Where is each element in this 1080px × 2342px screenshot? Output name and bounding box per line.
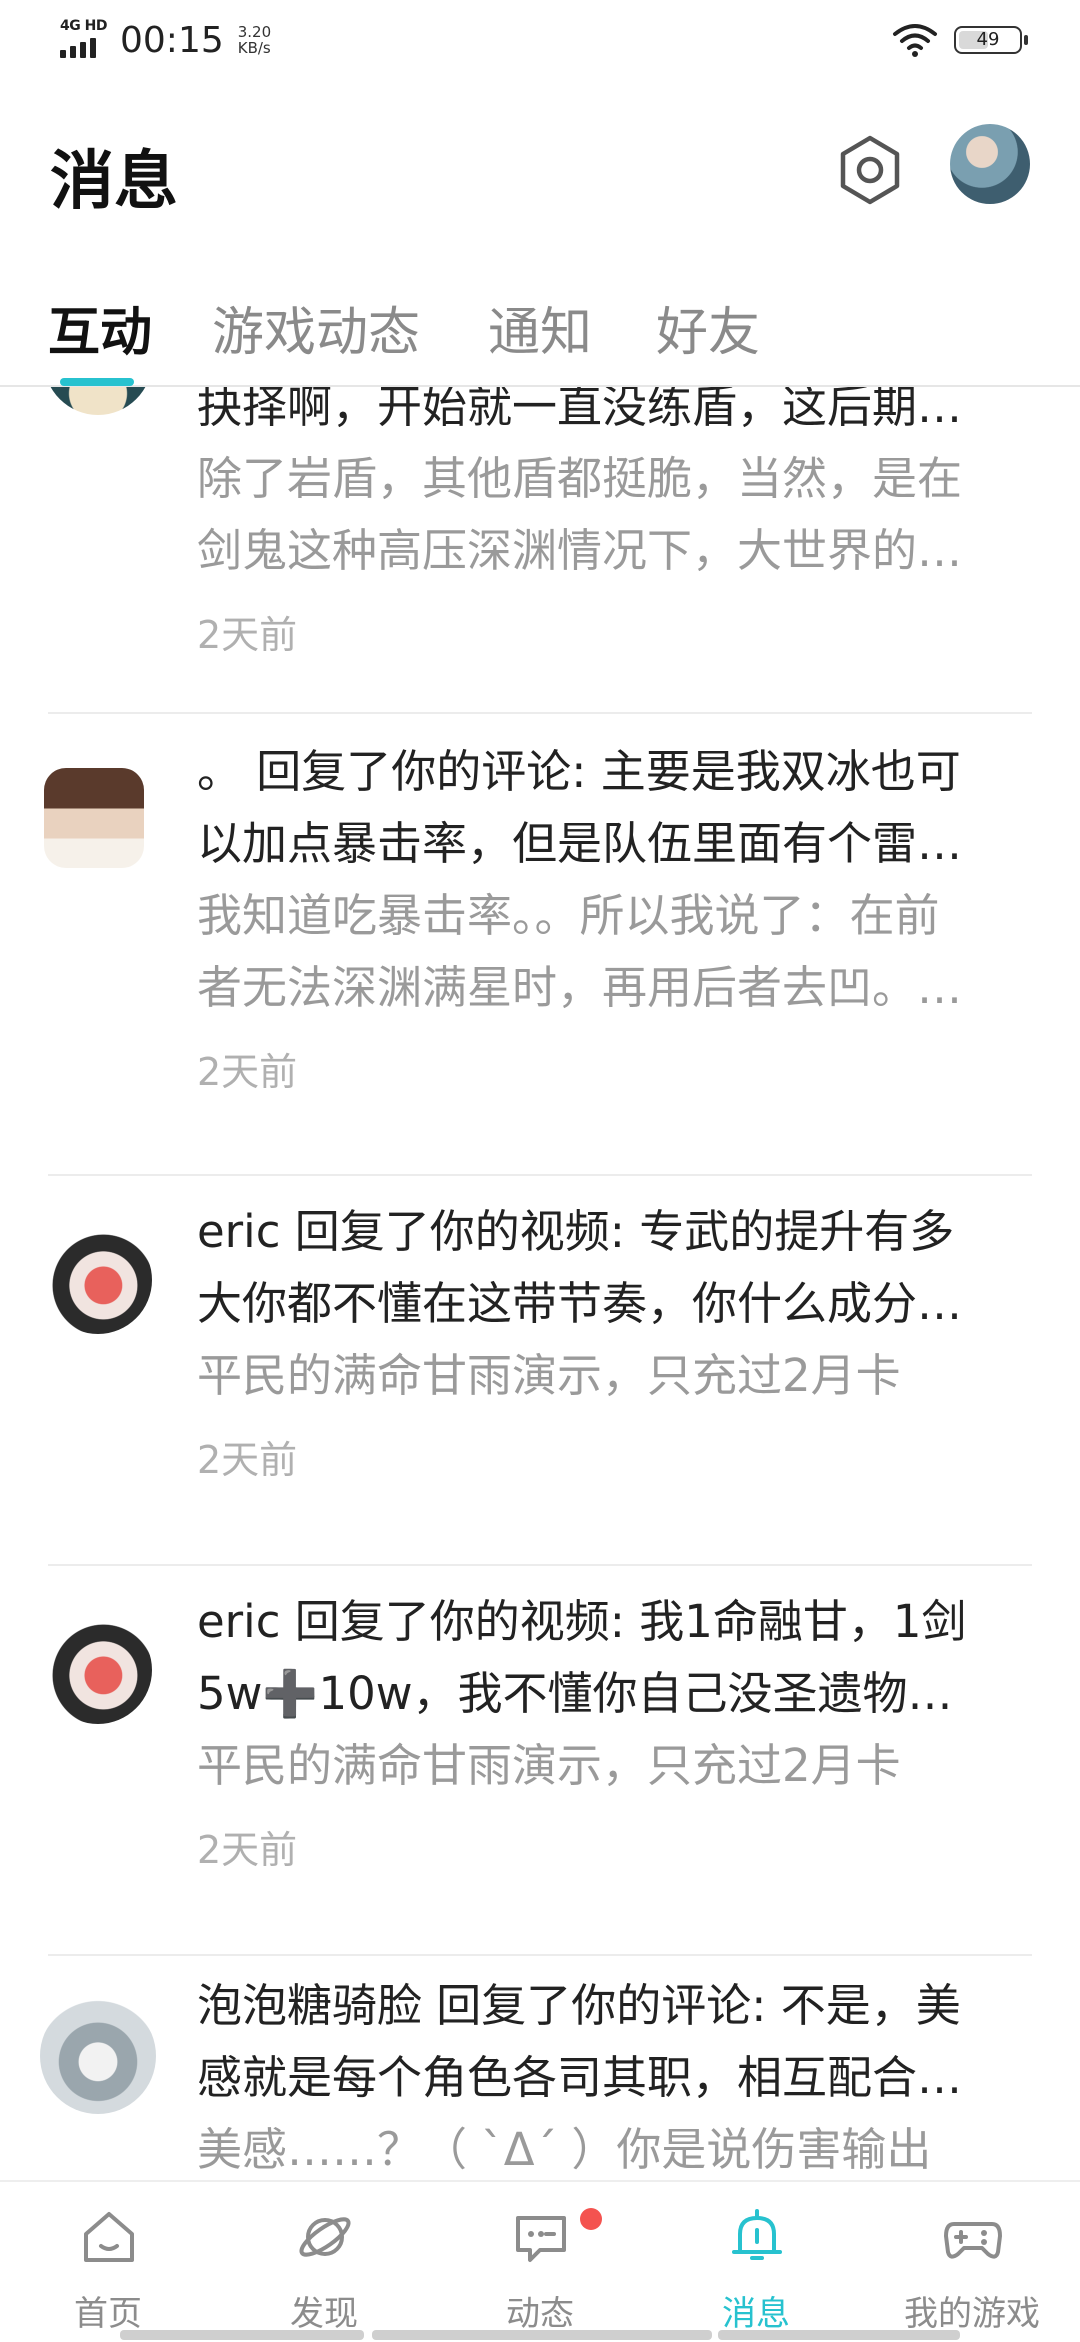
network-speed: 3.20 KB/s bbox=[237, 23, 272, 57]
avatar[interactable] bbox=[44, 768, 144, 868]
gamepad-icon bbox=[944, 2222, 1002, 2259]
tab-notifications[interactable]: 通知 bbox=[488, 290, 592, 365]
nav-discover[interactable]: 发现 bbox=[216, 2182, 432, 2342]
page-title: 消息 bbox=[50, 145, 178, 219]
message-list[interactable]: 抉择啊，开始就一直没练盾，这后期… 除了岩盾，其他盾都挺脆，当然，是在 剑鬼这种… bbox=[0, 387, 1080, 2177]
avatar[interactable] bbox=[44, 1226, 152, 1334]
avatar[interactable] bbox=[40, 1998, 156, 2114]
page-header: 消息 bbox=[0, 100, 1080, 240]
timestamp: 2天前 bbox=[197, 1438, 298, 1482]
tab-game-updates[interactable]: 游戏动态 bbox=[212, 290, 420, 365]
nav-home[interactable]: 首页 bbox=[0, 2182, 216, 2342]
home-indicator bbox=[120, 2330, 364, 2340]
divider bbox=[48, 1564, 1032, 1566]
timestamp: 2天前 bbox=[197, 613, 298, 657]
avatar[interactable] bbox=[44, 387, 152, 415]
network-type: 4G HD bbox=[60, 18, 107, 34]
user-avatar[interactable] bbox=[950, 124, 1030, 204]
nav-feed[interactable]: 动态 bbox=[432, 2182, 648, 2342]
timestamp: 2天前 bbox=[197, 1050, 298, 1094]
nav-my-games[interactable]: 我的游戏 bbox=[864, 2182, 1080, 2342]
nav-messages[interactable]: 消息 bbox=[648, 2182, 864, 2342]
home-icon bbox=[84, 2212, 134, 2262]
timestamp: 2天前 bbox=[197, 1828, 298, 1872]
notification-badge bbox=[580, 2208, 602, 2230]
settings-hexagon-icon[interactable] bbox=[832, 132, 908, 208]
active-tab-indicator bbox=[60, 378, 134, 386]
wifi-icon bbox=[893, 24, 937, 57]
tab-bar: 互动 游戏动态 通知 好友 bbox=[0, 270, 1080, 387]
divider bbox=[48, 1954, 1032, 1956]
planet-icon bbox=[299, 2217, 351, 2257]
bell-icon bbox=[732, 2209, 782, 2260]
chat-bubble-icon bbox=[516, 2216, 566, 2262]
divider bbox=[48, 1174, 1032, 1176]
status-bar: 4G HD 00:15 3.20 KB/s 49 bbox=[0, 0, 1080, 88]
cellular-signal-icon: 4G HD bbox=[58, 18, 110, 62]
avatar[interactable] bbox=[44, 1616, 152, 1724]
home-indicator bbox=[718, 2330, 960, 2340]
tab-interaction[interactable]: 互动 bbox=[48, 290, 152, 365]
battery-level: 49 bbox=[976, 29, 1000, 50]
home-indicator bbox=[372, 2330, 712, 2340]
battery-icon: 49 bbox=[954, 26, 1028, 54]
divider bbox=[48, 712, 1032, 714]
clock: 00:15 bbox=[120, 19, 224, 61]
tab-friends[interactable]: 好友 bbox=[656, 290, 760, 365]
bottom-navigation: 首页 发现 动态 消息 我的游戏 bbox=[0, 2180, 1080, 2342]
